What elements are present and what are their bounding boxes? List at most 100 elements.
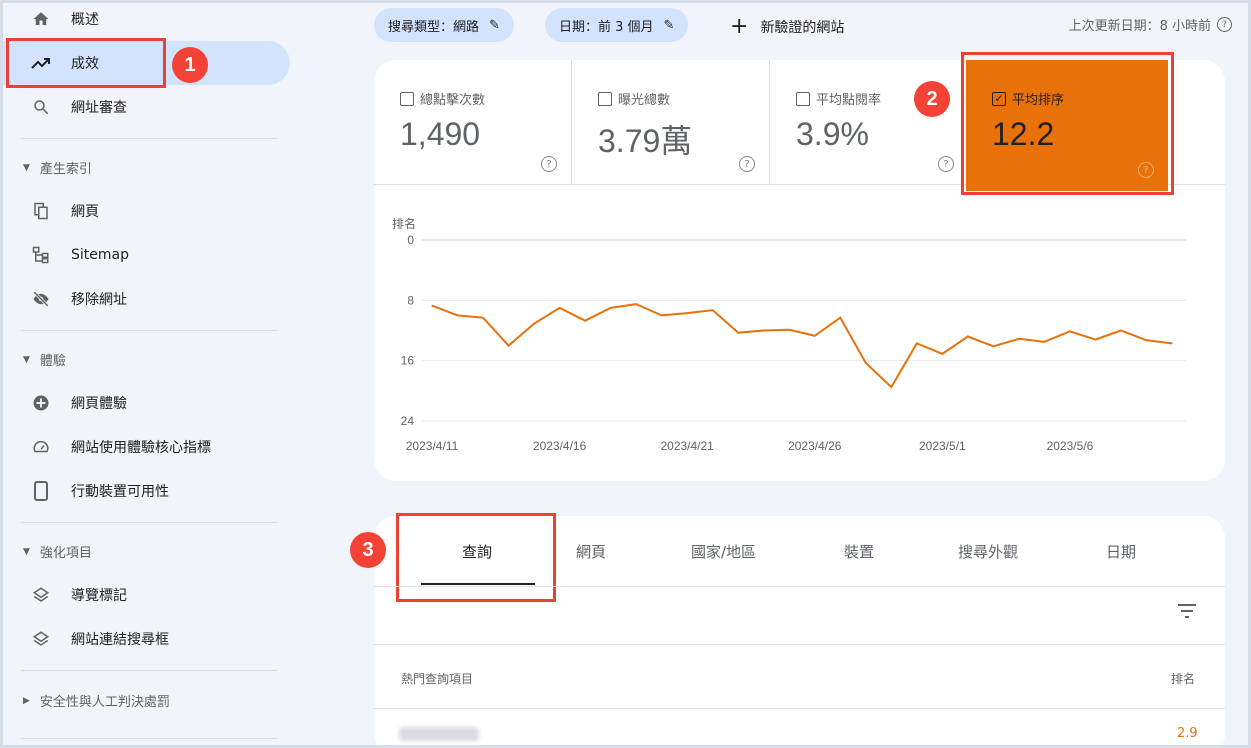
sidebar-item-breadcrumbs[interactable]: 導覽標記: [3, 573, 127, 617]
y-tick-label: 0: [407, 233, 414, 247]
checkbox[interactable]: [598, 91, 612, 106]
section-indexing[interactable]: ▼ 產生索引: [23, 158, 92, 177]
data-point: [788, 329, 790, 331]
pencil-icon: ✎: [489, 17, 500, 33]
search-type-filter-chip[interactable]: 搜尋類型：網路 ✎: [374, 8, 514, 42]
data-point: [1018, 338, 1020, 340]
caret-down-icon: ▼: [23, 354, 30, 365]
metric-total-clicks[interactable]: 總點擊次數 1,490?: [374, 60, 572, 185]
data-point: [508, 345, 510, 347]
sidebar-item-removals[interactable]: 移除網址: [3, 277, 127, 321]
section-enhancements[interactable]: ▼ 強化項目: [23, 542, 92, 561]
data-point: [1094, 339, 1096, 341]
highlight-box-3: [396, 513, 556, 602]
help-icon[interactable]: ?: [541, 156, 557, 172]
blurred-query[interactable]: [399, 727, 479, 741]
divider: [21, 738, 277, 739]
data-point: [712, 309, 714, 311]
layers-icon: [31, 630, 51, 648]
data-point: [839, 317, 841, 319]
tab-devices[interactable]: 裝置: [844, 541, 874, 562]
section-experience[interactable]: ▼ 體驗: [23, 350, 66, 369]
highlight-box-2: [961, 52, 1174, 195]
data-point: [1069, 330, 1071, 332]
step-badge-2: 2: [914, 81, 950, 117]
step-badge-3: 3: [350, 532, 386, 568]
gauge-icon: [31, 438, 51, 456]
sidebar-item-sitemap[interactable]: Sitemap: [3, 233, 129, 277]
column-header-query[interactable]: 熱門查詢項目: [401, 670, 473, 687]
x-tick-label: 2023/4/26: [788, 439, 842, 453]
y-tick-label: 24: [401, 414, 415, 428]
tab-dates[interactable]: 日期: [1106, 541, 1136, 562]
data-point: [941, 353, 943, 355]
help-icon[interactable]: ?: [938, 156, 954, 172]
tab-search-appearance[interactable]: 搜尋外觀: [958, 541, 1018, 562]
section-security[interactable]: ▶ 安全性與人工判決處罰: [23, 691, 170, 710]
data-point: [1120, 330, 1122, 331]
plus-icon: +: [730, 14, 749, 39]
data-point: [890, 386, 892, 388]
date-filter-chip[interactable]: 日期：前 3 個月 ✎: [545, 8, 689, 42]
row-position-value: 2.9: [1177, 726, 1198, 741]
new-filter-button[interactable]: + 新驗證的網站: [730, 14, 844, 39]
column-header-position[interactable]: 排名: [1171, 670, 1195, 687]
plus-circle-icon: [31, 394, 51, 412]
data-point: [635, 303, 637, 305]
search-icon: [31, 98, 51, 116]
last-updated: 上次更新日期：8 小時前?: [1069, 15, 1232, 34]
data-point: [431, 305, 433, 307]
caret-right-icon: ▶: [23, 695, 30, 706]
divider: [21, 330, 277, 331]
pencil-icon: ✎: [663, 17, 675, 33]
sidebar-item-overview[interactable]: 概述: [3, 3, 99, 41]
home-icon: [31, 10, 51, 28]
metric-average-ctr[interactable]: 平均點閱率 3.9%?: [770, 60, 968, 185]
data-point: [482, 317, 484, 319]
data-point: [661, 314, 663, 316]
sidebar-item-core-web-vitals[interactable]: 網站使用體驗核心指標: [3, 425, 211, 469]
data-point: [992, 345, 994, 347]
data-point: [865, 362, 867, 364]
series-line-average-position: [431, 303, 1173, 389]
help-icon[interactable]: ?: [1217, 17, 1232, 32]
data-point: [1043, 341, 1045, 343]
sidebar-item-pages[interactable]: 網頁: [3, 189, 99, 233]
data-point: [457, 314, 459, 316]
checkbox[interactable]: [400, 91, 414, 106]
x-tick-label: 2023/4/16: [533, 439, 587, 453]
position-line-chart: 排名 0 8 16 24 2023/4/11 2023/4/16 2023/4/21 2023/…: [392, 216, 1186, 453]
sidebar-item-page-experience[interactable]: 網頁體驗: [3, 381, 127, 425]
divider: [21, 138, 277, 139]
highlight-box-1: [6, 38, 166, 88]
data-point: [584, 320, 586, 322]
y-tick-label: 8: [407, 293, 414, 307]
tab-pages[interactable]: 網頁: [576, 541, 606, 562]
caret-down-icon: ▼: [23, 546, 30, 557]
x-tick-label: 2023/5/6: [1047, 439, 1094, 453]
divider: [374, 586, 1225, 587]
checkbox[interactable]: [796, 91, 810, 106]
data-point: [916, 342, 918, 344]
data-point: [737, 332, 739, 334]
sidebar-item-mobile-usability[interactable]: 行動裝置可用性: [3, 469, 169, 513]
tab-countries[interactable]: 國家/地區: [691, 541, 756, 562]
sidebar-item-url-inspection[interactable]: 網址審查: [3, 85, 127, 129]
filter-icon[interactable]: [1177, 603, 1197, 623]
divider: [21, 522, 277, 523]
data-point: [763, 330, 765, 331]
divider: [21, 670, 277, 671]
data-point: [686, 312, 688, 314]
metric-total-impressions[interactable]: 曝光總數 3.79萬?: [572, 60, 770, 185]
x-tick-label: 2023/4/11: [406, 439, 459, 453]
x-tick-label: 2023/5/1: [919, 439, 966, 453]
help-icon[interactable]: ?: [739, 156, 755, 172]
eye-off-icon: [31, 290, 51, 308]
sidebar-item-sitelinks-searchbox[interactable]: 網站連結搜尋框: [3, 617, 169, 661]
divider: [374, 708, 1225, 709]
data-point: [610, 307, 612, 309]
data-point: [814, 335, 816, 337]
phone-icon: [31, 481, 51, 501]
x-tick-label: 2023/4/21: [660, 439, 714, 453]
data-point: [533, 323, 535, 325]
